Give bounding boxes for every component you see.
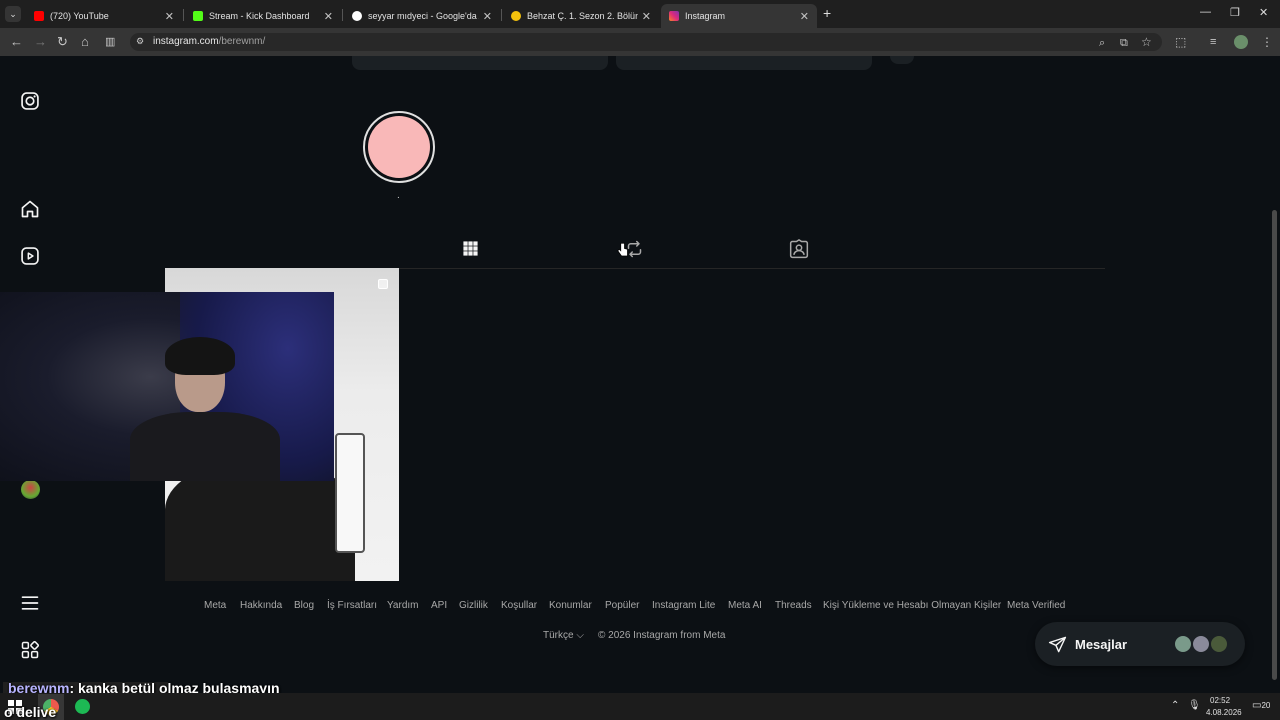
microphone-icon[interactable]: 🎙 — [1188, 700, 1201, 711]
profile-picture[interactable] — [363, 111, 435, 183]
message-avatar — [1191, 634, 1211, 654]
zoom-icon[interactable]: ⌕ — [1099, 34, 1105, 52]
hand-cursor-icon — [617, 242, 628, 257]
close-tab-icon[interactable]: ✕ — [800, 10, 809, 23]
video-site-icon — [511, 11, 521, 21]
machine-shape — [335, 433, 365, 553]
back-icon[interactable]: ← — [10, 33, 23, 51]
clock-time[interactable]: 02:52 — [1210, 696, 1230, 705]
instagram-logo-icon[interactable] — [20, 91, 40, 111]
message-avatar — [1173, 634, 1193, 654]
browser-tab-kick[interactable]: Stream - Kick Dashboard ✕ — [185, 4, 341, 28]
multi-post-icon — [378, 279, 388, 289]
scrollbar-thumb[interactable] — [1272, 210, 1277, 680]
install-app-icon[interactable]: ⧉ — [1120, 34, 1128, 52]
webcam-overlay — [0, 292, 334, 481]
url-host: instagram.com — [153, 36, 219, 47]
webcam-body — [130, 412, 280, 481]
home-browser-icon[interactable]: ⌂ — [81, 33, 89, 51]
tab-separator — [342, 9, 343, 21]
footer-link-api[interactable]: API — [431, 600, 447, 611]
reels-icon[interactable] — [20, 246, 40, 266]
footer-link-instagram-lite[interactable]: Instagram Lite — [652, 600, 715, 611]
profile-name: . — [397, 190, 400, 201]
url-path: /berewnm/ — [218, 36, 266, 47]
restore-icon[interactable]: ❐ — [1230, 6, 1240, 19]
tray-chevron-icon[interactable]: ⌃ — [1171, 700, 1179, 711]
tab-title: (720) YouTube — [50, 11, 109, 21]
notification-center[interactable]: ▭20 — [1252, 700, 1270, 711]
close-window-icon[interactable]: ✕ — [1259, 6, 1268, 19]
chevron-down-icon: ⌵ — [576, 630, 584, 641]
url-text[interactable]: instagram.com/berewnm/ — [153, 36, 265, 47]
profile-avatar-icon[interactable] — [21, 480, 40, 499]
youtube-icon — [34, 11, 44, 21]
minimize-icon[interactable]: — — [1200, 6, 1211, 18]
footer-link-meta-ai[interactable]: Meta AI — [728, 600, 762, 611]
menu-icon[interactable] — [20, 593, 40, 613]
webcam-hair — [165, 337, 235, 375]
close-tab-icon[interactable]: ✕ — [642, 10, 651, 23]
footer-link-blog[interactable]: Blog — [294, 600, 314, 611]
spotify-icon[interactable] — [75, 699, 90, 714]
site-info-icon[interactable]: ⚙ — [136, 36, 144, 47]
tab-separator — [501, 9, 502, 21]
tab-title: Instagram — [685, 11, 726, 21]
notification-count: 20 — [1261, 701, 1271, 710]
browser-tab-google[interactable]: seyyar mıdyeci - Google'da Ara ✕ — [344, 4, 500, 28]
language-label: Türkçe — [543, 630, 574, 641]
bookmark-star-icon[interactable]: ☆ — [1141, 33, 1152, 51]
footer-link-privacy[interactable]: Gizlilik — [459, 600, 488, 611]
copyright-text: © 2026 Instagram from Meta — [598, 630, 726, 641]
media-controls-icon[interactable]: ≡ — [1210, 33, 1216, 51]
close-tab-icon[interactable]: ✕ — [324, 10, 333, 23]
footer-link-threads[interactable]: Threads — [775, 600, 812, 611]
kick-icon — [193, 11, 203, 21]
home-icon[interactable] — [20, 199, 40, 219]
new-tab-button[interactable]: + — [823, 5, 831, 21]
view-archive-button[interactable] — [616, 56, 872, 70]
instagram-icon — [669, 11, 679, 21]
grid-icon[interactable] — [462, 240, 479, 257]
browser-menu-icon[interactable]: ⋮ — [1261, 33, 1273, 51]
footer-link-contact-uploading[interactable]: Kişi Yükleme ve Hesabı Olmayan Kişiler — [823, 600, 1001, 611]
windows-taskbar — [0, 693, 1280, 720]
google-icon — [352, 11, 362, 21]
browser-tab-instagram[interactable]: Instagram ✕ — [661, 4, 817, 28]
footer-link-popular[interactable]: Popüler — [605, 600, 639, 611]
extensions-icon[interactable]: ⬚ — [1175, 33, 1186, 51]
close-tab-icon[interactable]: ✕ — [165, 10, 174, 23]
tab-title: Stream - Kick Dashboard — [209, 11, 310, 21]
messages-label: Mesajlar — [1075, 637, 1128, 652]
language-selector[interactable]: Türkçe ⌵ — [543, 630, 584, 641]
edit-profile-button[interactable] — [352, 56, 608, 70]
footer-link-locations[interactable]: Konumlar — [549, 600, 592, 611]
clock-date[interactable]: 4.08.2026 — [1206, 708, 1242, 717]
footer-link-terms[interactable]: Koşullar — [501, 600, 537, 611]
address-bar[interactable] — [130, 33, 1162, 51]
tagged-icon[interactable] — [789, 239, 809, 259]
reload-icon[interactable]: ↻ — [57, 33, 68, 51]
message-avatar — [1209, 634, 1229, 654]
chat-message-second-line: o delive — [4, 704, 57, 720]
footer-link-jobs[interactable]: İş Fırsatları — [327, 600, 377, 611]
tab-search-button[interactable]: ⌄ — [5, 6, 21, 22]
tab-separator — [183, 9, 184, 21]
footer-link-help[interactable]: Yardım — [387, 600, 419, 611]
browser-tab-behzat[interactable]: Behzat Ç. 1. Sezon 2. Bölüm Tek ✕ — [503, 4, 659, 28]
more-apps-icon[interactable] — [20, 640, 40, 660]
footer-link-about[interactable]: Hakkında — [240, 600, 282, 611]
tab-title: Behzat Ç. 1. Sezon 2. Bölüm Tek — [527, 11, 638, 21]
tab-title: seyyar mıdyeci - Google'da Ara — [368, 11, 479, 21]
footer-link-meta-verified[interactable]: Meta Verified — [1007, 600, 1065, 611]
profile-avatar[interactable] — [1234, 35, 1248, 49]
footer-link-meta[interactable]: Meta — [204, 600, 226, 611]
browser-tab-youtube[interactable]: (720) YouTube ✕ — [26, 4, 182, 28]
forward-icon[interactable]: → — [34, 33, 47, 51]
split-view-icon[interactable]: ▥ — [105, 33, 115, 51]
close-tab-icon[interactable]: ✕ — [483, 10, 492, 23]
paper-plane-icon — [1048, 636, 1067, 653]
